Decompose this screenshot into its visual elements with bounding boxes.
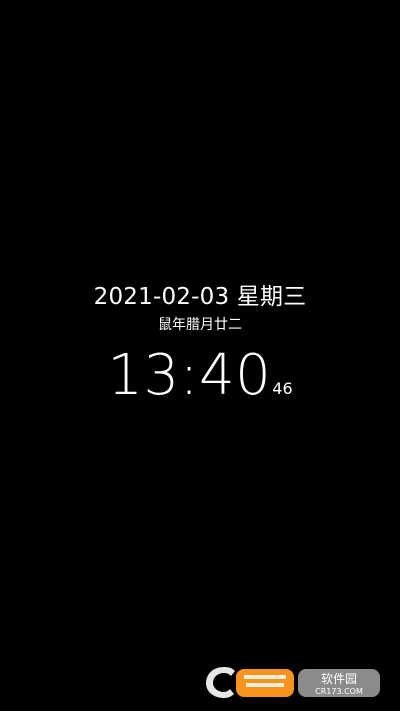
watermark-brand-text: 软件园 xyxy=(321,672,357,686)
lockscreen-clock: 2021-02-03 星期三 鼠年腊月廿二 13:4046 xyxy=(0,282,400,421)
time-display: 13:4046 xyxy=(0,344,400,421)
watermark-domain-text: CR173.COM xyxy=(315,687,363,696)
lunar-date-text: 鼠年腊月廿二 xyxy=(158,317,242,333)
ccr-logo-icon: 软件园 CR173.COM xyxy=(206,667,380,698)
watermark-logo: 软件园 CR173.COM xyxy=(204,661,382,701)
time-hours-minutes: 13:40 xyxy=(107,343,272,408)
date-text: 2021-02-03 星期三 xyxy=(93,284,307,310)
time-seconds: 46 xyxy=(272,379,293,398)
